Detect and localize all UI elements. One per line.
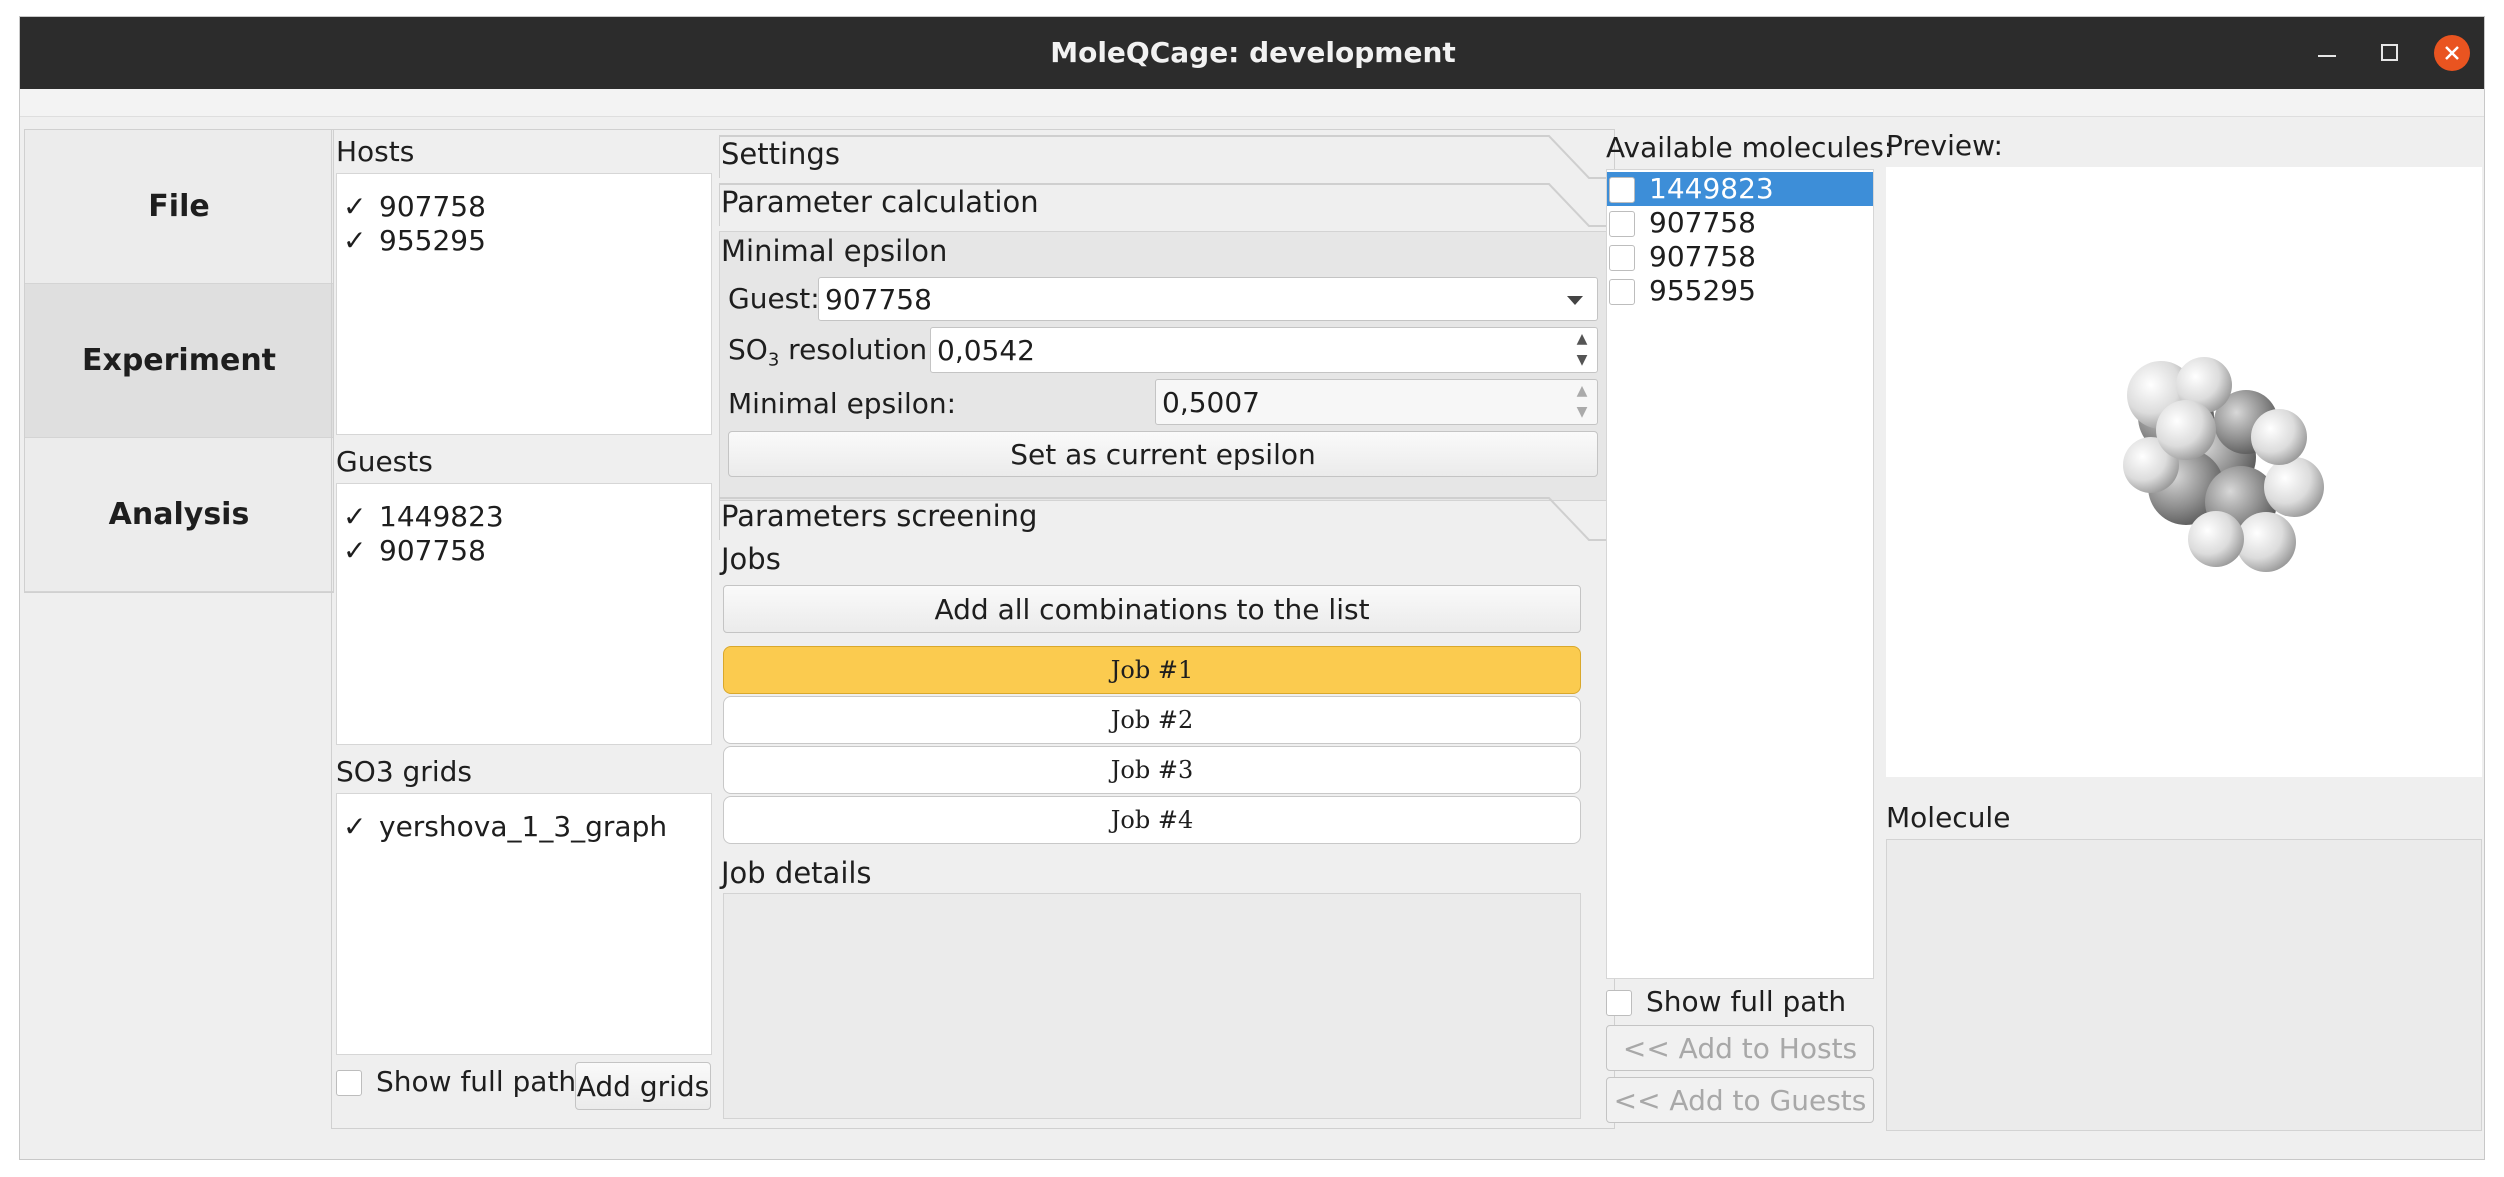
molecule-checkbox[interactable]	[1609, 279, 1635, 305]
host-item[interactable]: ✓ 955295	[343, 224, 486, 257]
molecule-item[interactable]: 1449823	[1607, 172, 1873, 206]
spin-up-icon[interactable]: ▲	[1569, 329, 1595, 349]
guests-list[interactable]: ✓ 1449823 ✓ 907758	[336, 483, 712, 745]
main-nav: File Experiment Analysis	[24, 129, 334, 593]
so3-resolution-spinbox[interactable]: 0,0542 ▲ ▼	[930, 327, 1598, 373]
so3-resolution-label: SO3 resolution:	[728, 333, 937, 371]
grids-list[interactable]: ✓ yershova_1_3_graph	[336, 793, 712, 1055]
check-icon: ✓	[343, 534, 367, 567]
job-item[interactable]: Job #3	[723, 746, 1581, 794]
close-icon	[2445, 46, 2459, 60]
minimize-button[interactable]	[2310, 35, 2346, 71]
minimal-epsilon-header: Minimal epsilon	[721, 234, 948, 268]
grid-item[interactable]: ✓ yershova_1_3_graph	[343, 810, 667, 843]
guest-select-label: Guest:	[728, 282, 820, 315]
tab-parameters-screening-frame	[719, 497, 1607, 541]
molecule-item[interactable]: 907758	[1607, 206, 1756, 239]
check-icon: ✓	[343, 810, 367, 843]
molecule-item[interactable]: 955295	[1607, 274, 1756, 307]
job-item[interactable]: Job #4	[723, 796, 1581, 844]
grids-label: SO3 grids	[336, 755, 472, 788]
maximize-button[interactable]	[2372, 35, 2408, 71]
available-show-full-path[interactable]: Show full path	[1606, 985, 1846, 1018]
hosts-list[interactable]: ✓ 907758 ✓ 955295	[336, 173, 712, 435]
molecule-info-panel	[1886, 839, 2482, 1131]
molecule-checkbox[interactable]	[1609, 177, 1635, 203]
job-item[interactable]: Job #1	[723, 646, 1581, 694]
job-details-panel	[723, 893, 1581, 1119]
add-to-hosts-button[interactable]: << Add to Hosts	[1606, 1025, 1874, 1071]
host-item[interactable]: ✓ 907758	[343, 190, 486, 223]
tab-settings-frame	[719, 135, 1607, 179]
tab-parameter-calculation-frame	[719, 183, 1607, 227]
molecule-checkbox[interactable]	[1609, 211, 1635, 237]
nav-experiment-button[interactable]: Experiment	[25, 284, 333, 438]
molecule-label: Molecule	[1886, 801, 2011, 834]
molecule-preview-canvas[interactable]	[1886, 167, 2482, 777]
chevron-down-icon	[1567, 296, 1583, 305]
set-current-epsilon-button[interactable]: Set as current epsilon	[728, 431, 1598, 477]
molecule-checkbox[interactable]	[1609, 245, 1635, 271]
nav-analysis-button[interactable]: Analysis	[25, 438, 333, 592]
minimal-epsilon-spinbox[interactable]: 0,5007 ▲ ▼	[1155, 379, 1598, 425]
close-button[interactable]	[2434, 35, 2470, 71]
check-icon: ✓	[343, 500, 367, 533]
spin-up-icon[interactable]: ▲	[1569, 381, 1595, 401]
add-grids-button[interactable]: Add grids	[575, 1062, 711, 1110]
available-molecules-label: Available molecules:	[1606, 131, 1894, 164]
window-title: MoleQCage: development	[1050, 36, 1456, 69]
guests-label: Guests	[336, 445, 433, 478]
nav-file-button[interactable]: File	[25, 130, 333, 284]
hosts-label: Hosts	[336, 135, 415, 168]
guest-item[interactable]: ✓ 1449823	[343, 500, 504, 533]
show-full-path-checkbox[interactable]	[336, 1070, 362, 1096]
show-full-path-checkbox[interactable]	[1606, 990, 1632, 1016]
job-details-label: Job details	[721, 856, 872, 890]
molecule-3d-image	[2123, 357, 2324, 572]
add-to-guests-button[interactable]: << Add to Guests	[1606, 1077, 1874, 1123]
menu-strip	[20, 89, 2484, 117]
minimize-icon	[2318, 55, 2336, 57]
preview-label: Preview:	[1886, 129, 2003, 162]
guest-select[interactable]: 907758	[818, 277, 1598, 321]
check-icon: ✓	[343, 190, 367, 223]
molecule-item[interactable]: 907758	[1607, 240, 1756, 273]
spin-down-icon[interactable]: ▼	[1569, 402, 1595, 422]
grids-show-full-path[interactable]: Show full path	[336, 1065, 576, 1098]
spin-down-icon[interactable]: ▼	[1569, 350, 1595, 370]
job-item[interactable]: Job #2	[723, 696, 1581, 744]
check-icon: ✓	[343, 224, 367, 257]
guest-item[interactable]: ✓ 907758	[343, 534, 486, 567]
app-window: MoleQCage: development File Experiment A…	[19, 16, 2485, 1160]
maximize-icon	[2381, 44, 2398, 61]
minimal-epsilon-label: Minimal epsilon:	[728, 387, 957, 420]
jobs-header: Jobs	[721, 542, 781, 576]
add-all-combinations-button[interactable]: Add all combinations to the list	[723, 585, 1581, 633]
available-molecules-list[interactable]: 1449823 907758 907758 955295	[1606, 169, 1874, 979]
